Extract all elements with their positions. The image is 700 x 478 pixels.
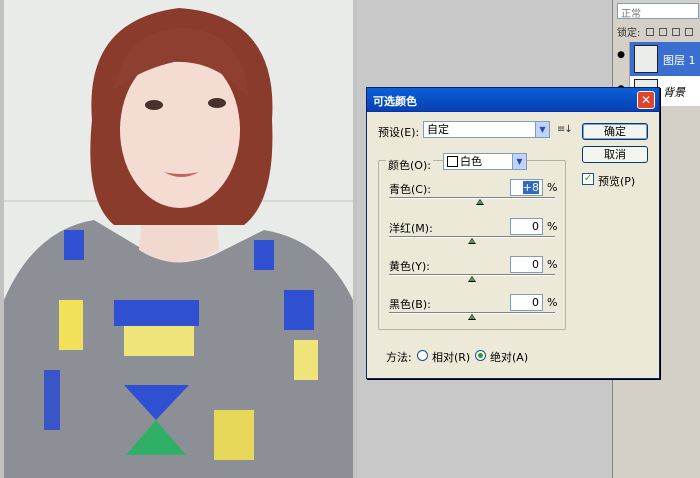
dialog-title: 可选颜色 (373, 95, 417, 108)
colors-select[interactable]: 白色 ▼ (443, 153, 527, 170)
magenta-label: 洋红(M): (389, 222, 433, 235)
cyan-slider-track[interactable] (389, 197, 555, 199)
yellow-input[interactable]: 0 (510, 256, 543, 273)
lock-position-icon[interactable] (671, 27, 680, 36)
cancel-button[interactable]: 取消 (582, 146, 648, 163)
photo-image (4, 0, 353, 478)
chevron-down-icon[interactable]: ▼ (535, 122, 549, 137)
chevron-down-icon[interactable]: ▼ (512, 154, 526, 169)
close-button[interactable]: ✕ (637, 91, 655, 109)
lock-transparency-icon[interactable] (645, 27, 654, 36)
preview-label: 预览(P) (598, 175, 636, 188)
cyan-input[interactable]: +8 (510, 179, 543, 196)
colors-label: 颜色(O): (386, 157, 433, 173)
ok-button[interactable]: 确定 (582, 123, 648, 140)
method-label: 方法: (386, 351, 412, 364)
preset-value: 自定 (427, 123, 449, 136)
eye-icon[interactable]: ● (613, 42, 630, 76)
yellow-value: 0 (532, 258, 539, 271)
lock-pixels-icon[interactable] (658, 27, 667, 36)
selective-color-dialog: 可选颜色 ✕ 预设(E): 自定 ▼ ≡↓ 确定 取消 ✓ 预览(P) 颜色(O… (366, 87, 660, 379)
lock-label: 锁定: (617, 28, 641, 39)
percent-unit: % (547, 181, 558, 194)
yellow-slider-thumb[interactable] (468, 276, 476, 282)
magenta-slider-thumb[interactable] (468, 238, 476, 244)
percent-unit: % (547, 258, 558, 271)
lock-all-icon[interactable] (685, 27, 694, 36)
magenta-input[interactable]: 0 (510, 218, 543, 235)
cyan-value: +8 (522, 181, 539, 194)
relative-radio[interactable] (417, 350, 428, 361)
title-bar[interactable]: 可选颜色 ✕ (367, 88, 659, 112)
color-swatch (447, 156, 458, 167)
preset-label: 预设(E): (378, 126, 420, 139)
lock-row: 锁定: (617, 24, 700, 40)
layer-thumbnail (634, 45, 658, 73)
absolute-radio[interactable] (475, 350, 486, 361)
preset-options-icon[interactable]: ≡↓ (557, 124, 573, 135)
preview-checkbox[interactable]: ✓ (582, 173, 594, 185)
yellow-label: 黄色(Y): (389, 260, 431, 273)
black-input[interactable]: 0 (510, 294, 543, 311)
black-label: 黑色(B): (389, 298, 431, 311)
cyan-slider-thumb[interactable] (476, 199, 484, 205)
absolute-label: 绝对(A) (490, 351, 529, 364)
layer-row[interactable]: ● 图层 1 (613, 42, 700, 76)
layer-name: 背景 (663, 86, 685, 99)
magenta-value: 0 (532, 220, 539, 233)
blend-mode-select[interactable]: 正常 (617, 3, 699, 20)
colors-value: 白色 (460, 155, 482, 168)
percent-unit: % (547, 220, 558, 233)
preset-select[interactable]: 自定 ▼ (423, 121, 550, 138)
percent-unit: % (547, 296, 558, 309)
black-slider-thumb[interactable] (468, 314, 476, 320)
black-value: 0 (532, 296, 539, 309)
cyan-label: 青色(C): (389, 183, 431, 196)
document-canvas[interactable] (0, 0, 357, 478)
layer-name: 图层 1 (663, 54, 696, 67)
relative-label: 相对(R) (432, 351, 471, 364)
